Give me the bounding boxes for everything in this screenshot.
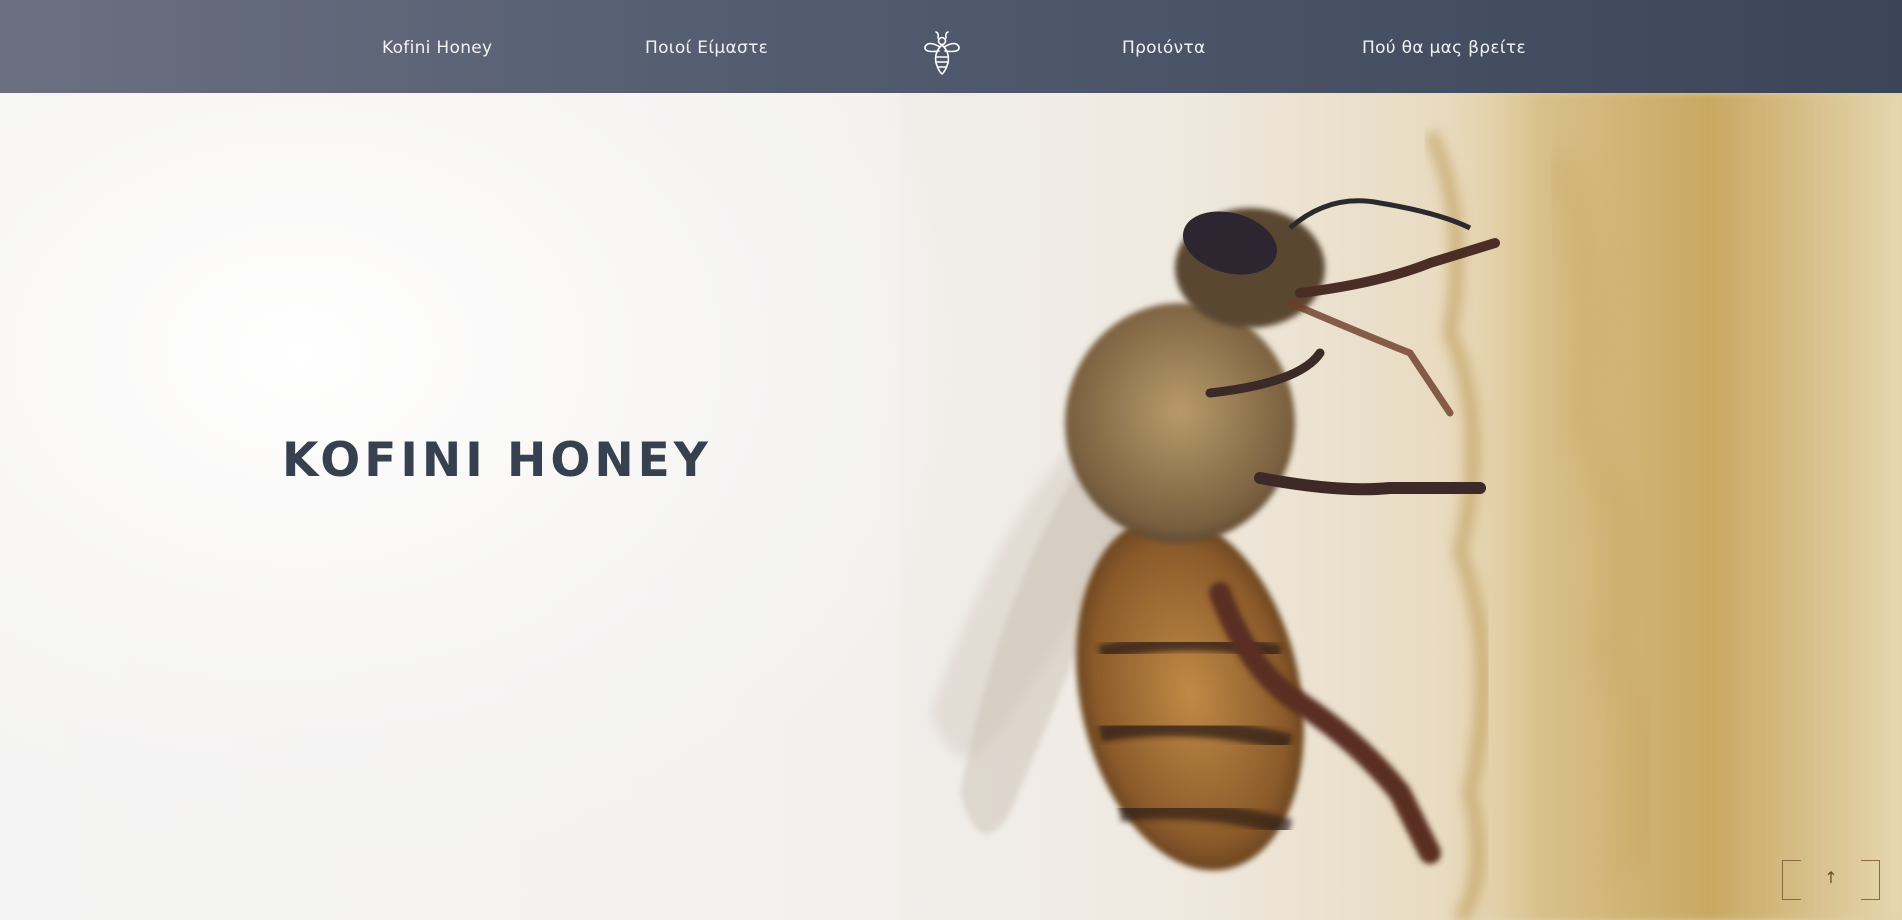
bee-on-honeycomb-photo [0,93,1902,920]
bracket-right-decoration [1861,860,1880,900]
back-to-top-button[interactable]: ↑ [1782,860,1880,900]
nav-link-who-we-are[interactable]: Ποιοί Είμαστε [645,38,768,58]
nav-link-products[interactable]: Προιόντα [1122,38,1205,58]
nav-link-find-us[interactable]: Πού θα μας βρείτε [1362,38,1526,58]
nav-link-kofini-honey[interactable]: Kofini Honey [382,38,492,58]
hero-section: KOFINI HONEY [0,93,1902,920]
page: Kofini Honey Ποιοί Είμαστε Προιόντα Πού … [0,0,1902,920]
hero-title: KOFINI HONEY [282,433,712,488]
bee-icon [924,31,960,75]
bee-logo-icon[interactable] [918,30,966,78]
top-navigation: Kofini Honey Ποιοί Είμαστε Προιόντα Πού … [0,0,1902,93]
